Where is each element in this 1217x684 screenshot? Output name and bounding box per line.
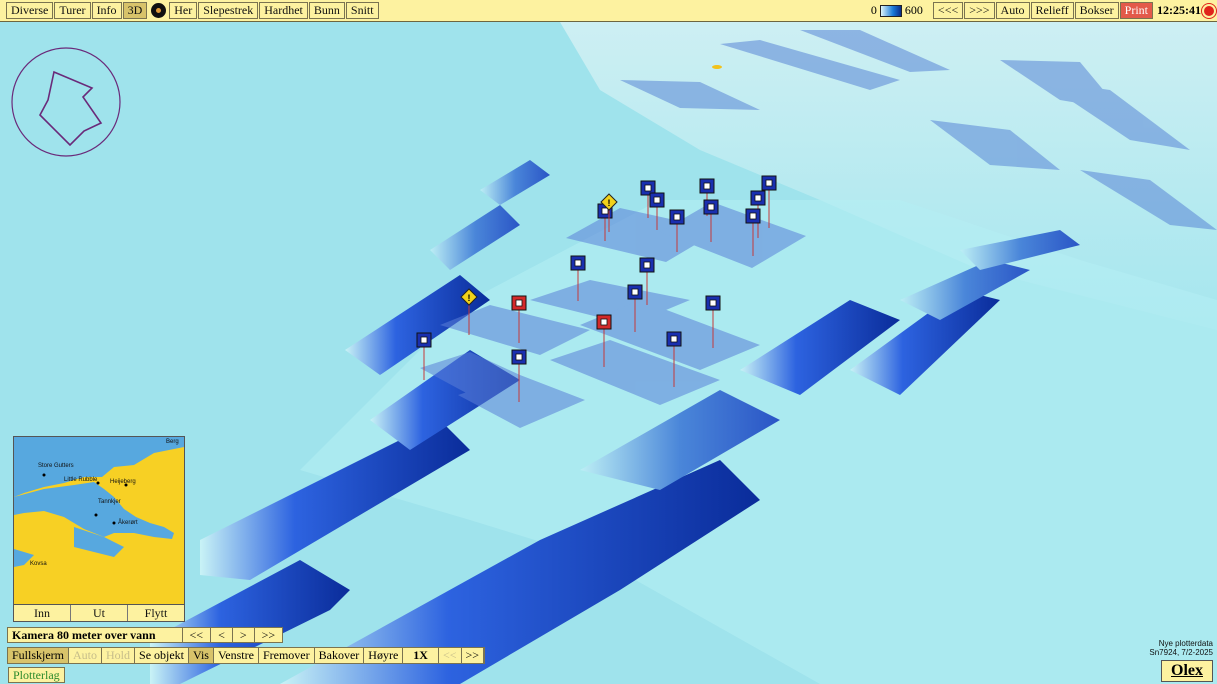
camera-bar: Kamera 80 meter over vann << < > >> xyxy=(7,627,284,643)
minimap-label: Berg xyxy=(166,439,179,445)
minimap-move-button[interactable]: Flytt xyxy=(128,605,184,621)
depth-min: 0 xyxy=(870,3,877,17)
speed-down-button[interactable]: << xyxy=(439,648,462,663)
minimap-chart[interactable]: Store Gutters Little Rubble Heijeberg Ta… xyxy=(14,437,184,604)
depth-gradient-icon xyxy=(879,4,902,17)
show-button[interactable]: Vis xyxy=(189,648,214,663)
plotter-info: Nye plotterdata Sn7924, 7/2-2025 xyxy=(1149,639,1213,657)
clock: 12:25:41 xyxy=(1157,3,1201,17)
bokser-button[interactable]: Bokser xyxy=(1074,2,1119,19)
auto-button[interactable]: Auto xyxy=(995,2,1030,19)
camera-forward-button[interactable]: > xyxy=(231,628,254,642)
backward-button[interactable]: Bakover xyxy=(315,648,365,663)
plotter-info-line1: Nye plotterdata xyxy=(1158,639,1213,648)
minimap-zoom-out-button[interactable]: Ut xyxy=(71,605,128,621)
minimap-label: Little Rubble xyxy=(64,477,98,483)
minimap-controls: Inn Ut Flytt xyxy=(14,604,184,621)
menu-slepestrek[interactable]: Slepestrek xyxy=(198,2,259,19)
show-object-button[interactable]: Se objekt xyxy=(135,648,190,663)
speed-up-button[interactable]: >> xyxy=(462,648,485,663)
far-marker xyxy=(712,65,722,69)
minimap: Store Gutters Little Rubble Heijeberg Ta… xyxy=(13,436,185,622)
plotterlag-button[interactable]: Plotterlag xyxy=(8,667,65,683)
forward-button[interactable]: Fremover xyxy=(259,648,315,663)
svg-text:!: ! xyxy=(468,293,471,303)
plotter-info-line2: Sn7924, 7/2-2025 xyxy=(1149,648,1213,657)
menu-hardhet[interactable]: Hardhet xyxy=(259,2,308,19)
camera-fast-forward-button[interactable]: >> xyxy=(253,628,283,642)
sun-icon[interactable] xyxy=(1204,5,1214,16)
top-toolbar: Diverse Turer Info 3D Her Slepestrek Har… xyxy=(0,0,1217,22)
minimap-label: Åkerørt xyxy=(118,520,138,526)
toggle-3d[interactable]: 3D xyxy=(122,2,148,19)
hold-button[interactable]: Hold xyxy=(102,648,136,663)
svg-text:!: ! xyxy=(608,198,611,208)
menu-snitt[interactable]: Snitt xyxy=(345,2,379,19)
menu-turer[interactable]: Turer xyxy=(54,2,91,19)
camera-label: Kamera 80 meter over vann xyxy=(12,627,156,642)
menu-her[interactable]: Her xyxy=(169,2,198,19)
left-button[interactable]: Venstre xyxy=(214,648,259,663)
bottom-toolbar: Fullskjerm Auto Hold Se objekt Vis Venst… xyxy=(7,647,486,664)
menu-diverse[interactable]: Diverse xyxy=(6,2,54,19)
menu-info[interactable]: Info xyxy=(91,2,122,19)
minimap-label: Store Gutters xyxy=(38,463,74,469)
fullscreen-button[interactable]: Fullskjerm xyxy=(8,648,70,663)
minimap-label: Tannkjer xyxy=(98,499,121,505)
depth-max: 600 xyxy=(904,3,923,17)
target-icon[interactable] xyxy=(151,3,167,18)
speed-label: 1X xyxy=(403,648,439,663)
minimap-label: Kovsa xyxy=(30,561,47,567)
menu-bunn[interactable]: Bunn xyxy=(308,2,345,19)
right-button[interactable]: Høyre xyxy=(364,648,404,663)
zoom-forward-button[interactable]: >>> xyxy=(964,2,995,19)
minimap-label: Heijeberg xyxy=(110,479,136,485)
depth-scale[interactable]: 0 600 xyxy=(871,3,923,18)
relieff-button[interactable]: Relieff xyxy=(1030,2,1074,19)
zoom-back-button[interactable]: <<< xyxy=(932,2,964,19)
olex-logo[interactable]: Olex xyxy=(1161,660,1213,682)
camera-back-button[interactable]: < xyxy=(210,628,232,642)
minimap-zoom-in-button[interactable]: Inn xyxy=(14,605,71,621)
print-button[interactable]: Print xyxy=(1119,2,1153,19)
auto-button[interactable]: Auto xyxy=(69,648,103,663)
camera-fast-back-button[interactable]: << xyxy=(181,628,211,642)
